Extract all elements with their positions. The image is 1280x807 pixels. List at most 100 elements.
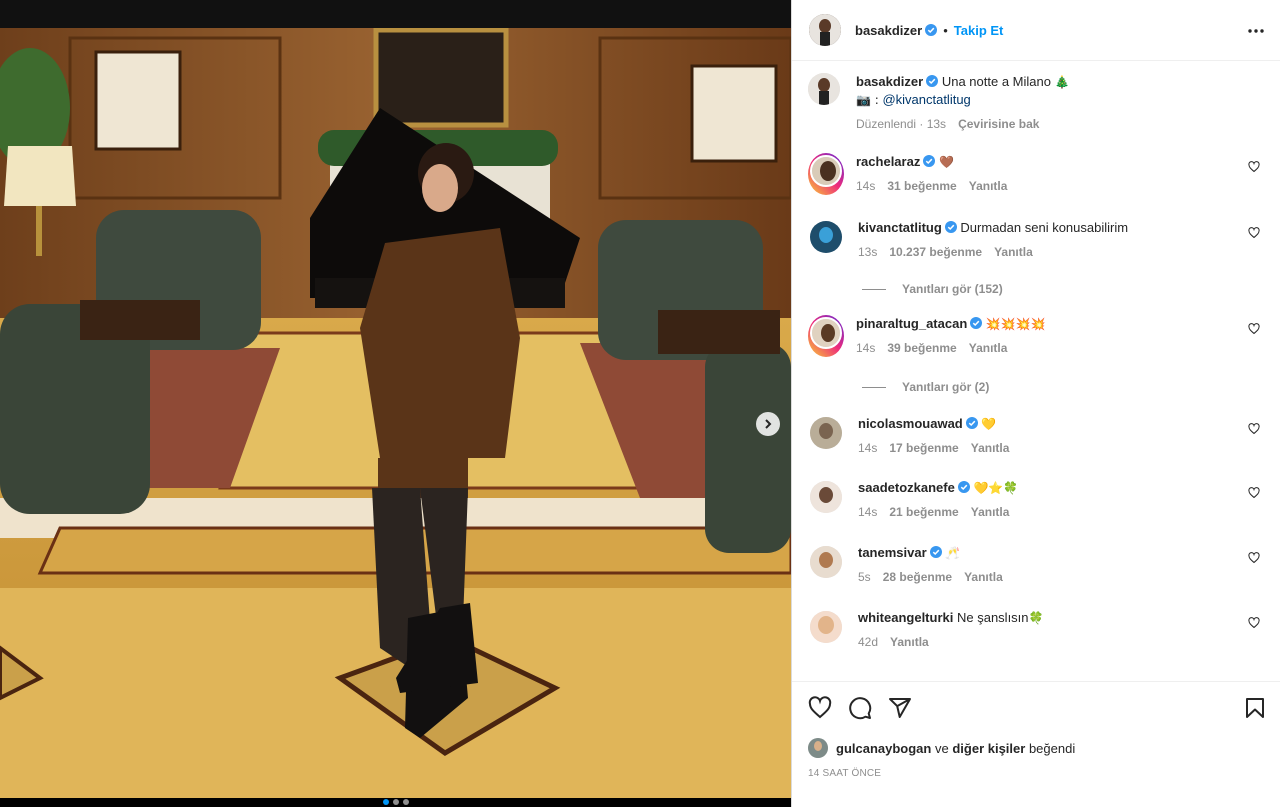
reply-button[interactable]: Yanıtla [971, 439, 1010, 457]
comment-icon[interactable] [848, 696, 872, 720]
comment-heart-icon[interactable] [1248, 552, 1260, 564]
commenter-username[interactable]: pinaraltug_atacan [856, 316, 967, 331]
more-icon[interactable] [1247, 22, 1265, 40]
translation-link[interactable]: Çevirisine bak [958, 115, 1039, 133]
comment-text: Ne şanslısın [956, 610, 1029, 625]
comment-row: whiteangelturki Ne şanslısın🍀 42d Yanıtla [808, 609, 1268, 651]
commenter-avatar[interactable] [810, 546, 842, 578]
commenter-username[interactable]: kivanctatlitug [858, 220, 942, 235]
comment-time: 14s [858, 505, 878, 519]
reply-button[interactable]: Yanıtla [971, 503, 1010, 521]
hotel-lobby-photo [0, 28, 791, 798]
comment-likes[interactable]: 28 beğenme [883, 568, 952, 586]
media-top-bar [0, 0, 791, 28]
comment-row: tanemsivar 🥂 5s 28 beğenme Yanıtla [808, 544, 1268, 586]
view-replies-label: Yanıtları gör (2) [902, 380, 990, 394]
commenter-username[interactable]: tanemsivar [858, 545, 927, 560]
view-replies-button[interactable]: Yanıtları gör (2) [862, 380, 989, 394]
post-photo[interactable] [0, 28, 791, 798]
reply-button[interactable]: Yanıtla [969, 177, 1008, 195]
comment-row: kivanctatlitug Durmadan seni konusabilir… [808, 219, 1268, 261]
comment-row: saadetozkanefe 💛⭐🍀 14s 21 beğenme Yanıtla [808, 479, 1268, 521]
comment-heart-icon[interactable] [1248, 161, 1260, 173]
commenter-avatar[interactable] [810, 611, 842, 643]
share-icon[interactable] [888, 696, 912, 720]
commenter-avatar[interactable] [810, 417, 842, 449]
comment-emoji: 💛 [981, 417, 997, 431]
verified-icon [925, 24, 938, 36]
author-username[interactable]: basakdizer [855, 23, 922, 38]
comment-text: Durmadan seni konusabilirim [960, 220, 1129, 235]
verified-icon [944, 221, 957, 233]
story-ring [808, 315, 844, 357]
carousel-dots [383, 799, 409, 805]
verified-icon [929, 546, 942, 558]
view-replies-label: Yanıtları gör (152) [902, 282, 1003, 296]
verified-icon [957, 481, 970, 493]
next-photo-button[interactable] [756, 412, 780, 436]
comment-likes[interactable]: 21 beğenme [889, 503, 958, 521]
liker-avatar[interactable] [808, 738, 828, 758]
commenter-avatar[interactable] [810, 155, 842, 187]
verified-icon [926, 75, 939, 87]
commenter-avatar[interactable] [810, 481, 842, 513]
camera-emoji: 📷 : [856, 93, 879, 107]
chevron-right-icon [765, 419, 772, 429]
post-media [0, 0, 791, 807]
commenter-username[interactable]: rachelaraz [856, 154, 920, 169]
commenter-username[interactable]: whiteangelturki [858, 610, 953, 625]
caption-username[interactable]: basakdizer [856, 74, 923, 89]
heart-icon[interactable] [808, 696, 832, 720]
verified-icon [970, 317, 983, 329]
comment-time: 14s [858, 441, 878, 455]
commenter-avatar[interactable] [810, 317, 842, 349]
comment-time: 14s [856, 341, 876, 355]
reply-button[interactable]: Yanıtla [964, 568, 1003, 586]
author-avatar[interactable] [808, 73, 840, 105]
comment-row: nicolasmouawad 💛 14s 17 beğenme Yanıtla [808, 415, 1268, 457]
liker-username[interactable]: gulcanaybogan [836, 741, 931, 756]
comment-time: 42d [858, 635, 879, 649]
caption-text: Una notte a Milano [941, 74, 1051, 89]
post-header: basakdizer • Takip Et [792, 0, 1280, 61]
story-ring [808, 153, 844, 195]
view-replies-button[interactable]: Yanıtları gör (152) [862, 282, 1003, 296]
edited-label: Düzenlendi · 13s [856, 117, 947, 131]
comment-emoji: 💛⭐🍀 [973, 481, 1019, 495]
reply-button[interactable]: Yanıtla [969, 339, 1008, 357]
verified-icon [923, 155, 936, 167]
comment-likes[interactable]: 17 beğenme [889, 439, 958, 457]
verified-icon [965, 417, 978, 429]
comment-emoji: 💥💥💥💥 [985, 317, 1046, 331]
comment-emoji: 🍀 [1028, 611, 1044, 625]
liked-by-suffix: beğendi [1028, 740, 1076, 756]
commenter-username[interactable]: nicolasmouawad [858, 416, 963, 431]
comment-heart-icon[interactable] [1248, 227, 1260, 239]
carousel-dot [403, 799, 409, 805]
comment-heart-icon[interactable] [1248, 423, 1260, 435]
commenter-avatar[interactable] [810, 221, 842, 253]
comment-heart-icon[interactable] [1248, 617, 1260, 629]
comment-row: rachelaraz 🤎 14s 31 beğenme Yanıtla [808, 153, 1268, 195]
post-time-ago[interactable]: 14 SAAT ÖNCE [808, 768, 881, 779]
follow-button[interactable]: Takip Et [954, 23, 1004, 38]
comment-heart-icon[interactable] [1248, 487, 1260, 499]
liked-by-others[interactable]: diğer kişiler [952, 741, 1025, 756]
commenter-username[interactable]: saadetozkanefe [858, 480, 955, 495]
post-side-panel: basakdizer • Takip Et basakdizer Una not… [791, 0, 1280, 807]
separator-bullet: • [943, 22, 948, 38]
comment-time: 14s [856, 179, 876, 193]
comment-heart-icon[interactable] [1248, 323, 1260, 335]
reply-button[interactable]: Yanıtla [994, 243, 1033, 261]
comment-likes[interactable]: 10.237 beğenme [889, 243, 982, 261]
reply-button[interactable]: Yanıtla [890, 633, 929, 651]
bookmark-icon[interactable] [1243, 696, 1267, 720]
comment-emoji: 🥂 [945, 546, 961, 560]
comment-likes[interactable]: 39 beğenme [887, 339, 956, 357]
comment-time: 5s [858, 570, 871, 584]
caption-mention[interactable]: @kivanctatlitug [882, 92, 970, 107]
carousel-dot [393, 799, 399, 805]
comments-list[interactable]: basakdizer Una notte a Milano 🎄 📷 : @kiv… [792, 61, 1280, 681]
author-avatar[interactable] [809, 14, 841, 46]
comment-likes[interactable]: 31 beğenme [887, 177, 956, 195]
